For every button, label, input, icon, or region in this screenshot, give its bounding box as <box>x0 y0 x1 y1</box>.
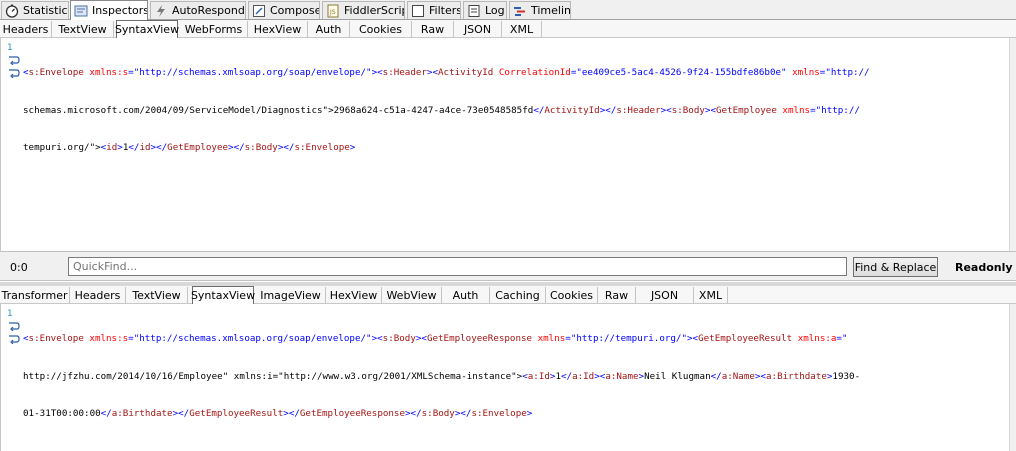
script-icon: JS <box>327 4 339 17</box>
response-tab-imageview[interactable]: ImageView <box>256 287 326 303</box>
tab-label: Inspectors <box>92 4 148 17</box>
response-tab-syntaxview[interactable]: SyntaxView <box>191 286 255 304</box>
request-syntax-editor[interactable]: 1 <s:Envelope xmlns:s="http://schemas.xm… <box>0 38 1010 251</box>
response-code: <s:Envelope xmlns:s="http://schemas.xmls… <box>23 308 1005 446</box>
response-tab-hexview[interactable]: HexView <box>326 287 382 303</box>
tab-log[interactable]: Log <box>463 1 507 19</box>
code-line: tempuri.org/"><id>1</id></GetEmployee></… <box>23 142 356 153</box>
composer-icon <box>253 4 265 17</box>
tab-autoresponder[interactable]: AutoResponder <box>150 1 246 19</box>
request-tab-headers[interactable]: Headers <box>0 21 52 37</box>
code-line: <s:Envelope xmlns:s="http://schemas.xmls… <box>23 333 848 344</box>
top-tab-bar: Statistics Inspectors AutoResponder Comp… <box>0 0 1016 20</box>
lightning-icon <box>157 4 165 17</box>
request-tab-bar: Headers TextView SyntaxView WebForms Hex… <box>0 20 1016 38</box>
request-tab-cookies[interactable]: Cookies <box>350 21 412 37</box>
request-tab-auth[interactable]: Auth <box>308 21 350 37</box>
tab-composer[interactable]: Composer <box>248 1 320 19</box>
response-tab-raw[interactable]: Raw <box>598 287 636 303</box>
cursor-position: 0:0 <box>10 261 28 274</box>
tab-label: Composer <box>270 4 319 17</box>
word-wrap-icon <box>9 335 20 344</box>
checkbox-icon <box>412 4 424 17</box>
quickfind-input[interactable] <box>68 257 847 276</box>
response-tab-transformer[interactable]: Transformer <box>0 287 70 303</box>
request-scrollbar[interactable] <box>1009 38 1016 251</box>
tab-label: FiddlerScript <box>344 4 404 17</box>
word-wrap-icon <box>9 322 20 331</box>
response-tab-auth[interactable]: Auth <box>442 287 490 303</box>
request-code: <s:Envelope xmlns:s="http://schemas.xmls… <box>23 42 1005 180</box>
request-tab-raw[interactable]: Raw <box>412 21 454 37</box>
line-number: 1 <box>7 309 13 319</box>
response-syntax-editor[interactable]: 1 <s:Envelope xmlns:s="http://schemas.xm… <box>0 304 1010 451</box>
code-line: schemas.microsoft.com/2004/09/ServiceMod… <box>23 104 860 116</box>
request-tab-webforms[interactable]: WebForms <box>180 21 248 37</box>
log-icon <box>468 4 480 17</box>
response-tab-xml[interactable]: XML <box>694 287 728 303</box>
request-tab-xml[interactable]: XML <box>502 21 542 37</box>
tab-inspectors[interactable]: Inspectors <box>70 0 148 20</box>
timeline-icon <box>514 6 525 16</box>
request-tab-hexview[interactable]: HexView <box>248 21 308 37</box>
request-tab-syntaxview[interactable]: SyntaxView <box>115 20 179 38</box>
response-tab-webview[interactable]: WebView <box>382 287 442 303</box>
tab-filters[interactable]: Filters <box>407 1 461 19</box>
code-line: http://jfzhu.com/2014/10/16/Employee" xm… <box>23 370 861 382</box>
response-tab-json[interactable]: JSON <box>636 287 694 303</box>
tab-statistics[interactable]: Statistics <box>1 1 69 19</box>
line-number: 1 <box>7 43 13 53</box>
tab-label: Statistics <box>23 4 69 17</box>
word-wrap-icon <box>9 69 20 78</box>
svg-text:JS: JS <box>329 9 336 16</box>
code-line: 01-31T00:00:00</a:Birthdate></GetEmploye… <box>23 408 533 419</box>
tab-label: AutoResponder <box>172 4 245 17</box>
find-replace-button[interactable]: Find & Replace <box>853 257 938 277</box>
request-tab-json[interactable]: JSON <box>454 21 502 37</box>
tab-label: Timeline <box>531 4 571 17</box>
request-tab-textview[interactable]: TextView <box>52 21 114 37</box>
tab-fiddlerscript[interactable]: JS FiddlerScript <box>322 1 405 19</box>
response-tab-textview[interactable]: TextView <box>126 287 188 303</box>
tab-timeline[interactable]: Timeline <box>509 1 571 19</box>
word-wrap-icon <box>9 56 20 65</box>
response-tab-caching[interactable]: Caching <box>490 287 546 303</box>
request-gutter: 1 <box>1 38 21 251</box>
inspectors-icon <box>74 5 88 16</box>
stopwatch-icon <box>5 4 19 18</box>
readonly-status: Readonly <box>955 261 1013 274</box>
response-scrollbar[interactable] <box>1009 304 1016 451</box>
response-tab-bar: Transformer Headers TextView SyntaxView … <box>0 286 1016 304</box>
tab-label: Filters <box>429 4 461 17</box>
response-tab-headers[interactable]: Headers <box>70 287 126 303</box>
tab-label: Log <box>485 4 505 17</box>
response-gutter: 1 <box>1 304 21 451</box>
code-line: <s:Envelope xmlns:s="http://schemas.xmls… <box>23 67 870 78</box>
response-tab-cookies[interactable]: Cookies <box>546 287 598 303</box>
quickfind-bar: 0:0 Find & Replace Readonly <box>0 251 1016 281</box>
